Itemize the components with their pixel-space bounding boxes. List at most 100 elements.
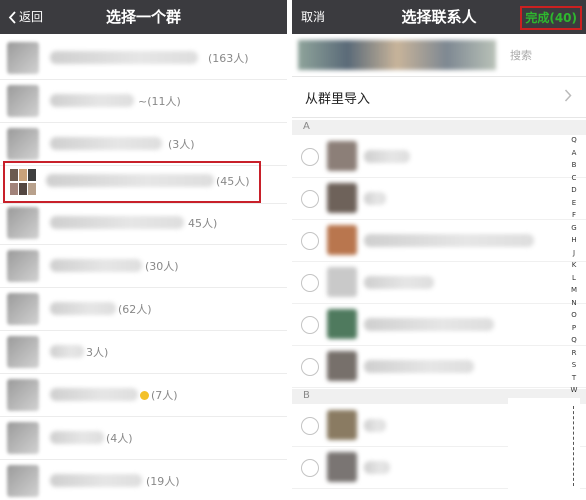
contact-row[interactable] [292,136,586,178]
group-avatar [7,42,39,74]
index-letter[interactable]: S [568,359,580,372]
contact-avatar [327,452,357,482]
index-letter[interactable]: C [568,172,580,185]
group-member-count: ~(11人) [138,95,181,108]
index-letter[interactable]: Q [568,134,580,147]
group-row[interactable]: ~(11人) [0,80,287,123]
contact-avatar [327,351,357,381]
contact-avatar [327,141,357,171]
group-avatar [7,379,39,411]
index-letter[interactable]: F [568,209,580,222]
contact-name-blurred [364,461,390,474]
index-letter[interactable]: Q [568,334,580,347]
group-name-blurred [50,388,138,401]
index-letter[interactable]: E [568,197,580,210]
group-member-count: (30人) [145,260,179,273]
group-name-blurred [50,51,198,64]
group-row[interactable]: 45人) [0,202,287,245]
import-from-group-label: 从群里导入 [305,92,371,107]
contact-avatar [327,183,357,213]
group-name-blurred [50,345,84,358]
index-letter[interactable]: O [568,309,580,322]
page-title: 选择一个群 [105,8,181,26]
right-navbar: 取消 选择联系人 完成(40) [292,0,586,34]
search-placeholder[interactable]: 搜索 [510,47,532,63]
group-avatar [7,250,39,282]
group-member-count: (19人) [146,475,180,488]
group-member-count: (4人) [106,432,133,445]
section-header-a: A [292,120,586,135]
group-avatar [7,465,39,497]
dashed-divider [573,406,574,486]
select-radio[interactable] [301,190,319,208]
contact-name-blurred [364,234,534,247]
group-name-blurred [50,474,142,487]
contact-row[interactable] [292,346,586,388]
group-row[interactable]: (19人) [0,460,287,500]
group-avatar [7,293,39,325]
group-row[interactable]: (4人) [0,417,287,460]
contact-name-blurred [364,419,386,432]
group-row[interactable]: (62人) [0,288,287,331]
group-member-count: (62人) [118,303,152,316]
group-name-blurred [50,302,116,315]
contact-row[interactable] [292,262,586,304]
alphabet-index-bar[interactable]: QABCDEFGHJKLMNOPQRSTWXY [568,134,580,422]
index-letter[interactable]: K [568,259,580,272]
select-radio[interactable] [301,358,319,376]
group-row[interactable]: (30人) [0,245,287,288]
group-member-count: (7人) [151,389,178,402]
contact-row[interactable] [292,304,586,346]
group-avatar [7,128,39,160]
index-letter[interactable]: B [568,159,580,172]
contact-name-blurred [364,192,386,205]
group-member-count: (3人) [168,138,195,151]
selected-group-highlight [3,161,261,203]
group-row[interactable]: 3人) [0,331,287,374]
contact-avatar [327,410,357,440]
import-from-group-row[interactable]: 从群里导入 [292,76,586,118]
group-row[interactable]: (163人) [0,37,287,80]
select-radio[interactable] [301,417,319,435]
select-radio[interactable] [301,148,319,166]
select-radio[interactable] [301,316,319,334]
index-letter[interactable]: T [568,372,580,385]
index-letter[interactable]: R [568,347,580,360]
group-avatar [7,422,39,454]
index-letter[interactable]: W [568,384,580,397]
index-letter[interactable]: H [568,234,580,247]
group-name-blurred [50,137,162,150]
contact-row[interactable] [292,178,586,220]
contact-name-blurred [364,318,494,331]
chevron-right-icon [564,89,572,102]
search-bar[interactable]: 搜索 [292,34,586,77]
index-letter[interactable]: A [568,147,580,160]
contact-name-blurred [364,360,474,373]
contact-avatar [327,309,357,339]
group-row[interactable]: (7人) [0,374,287,417]
select-radio[interactable] [301,274,319,292]
select-radio[interactable] [301,232,319,250]
group-avatar [7,85,39,117]
done-button[interactable]: 完成(40) [520,6,582,30]
select-radio[interactable] [301,459,319,477]
index-letter[interactable]: N [568,297,580,310]
index-letter[interactable]: D [568,184,580,197]
select-group-screen: 返回 选择一个群 (163人) ~(11人) (3人) (45人) 45人) (… [0,0,288,500]
contact-avatar [327,267,357,297]
group-name-blurred [50,216,184,229]
contact-row[interactable] [292,220,586,262]
group-name-blurred [50,259,142,272]
emoji-icon [140,391,149,400]
index-letter[interactable]: L [568,272,580,285]
index-letter[interactable]: G [568,222,580,235]
contact-name-blurred [364,150,410,163]
contact-avatar [327,225,357,255]
group-member-count: (163人) [208,52,249,65]
group-name-blurred [50,431,104,444]
selected-contacts-avatars[interactable] [298,40,496,70]
index-letter[interactable]: P [568,322,580,335]
index-letter[interactable]: J [568,247,580,260]
group-row[interactable]: (3人) [0,123,287,166]
index-letter[interactable]: M [568,284,580,297]
